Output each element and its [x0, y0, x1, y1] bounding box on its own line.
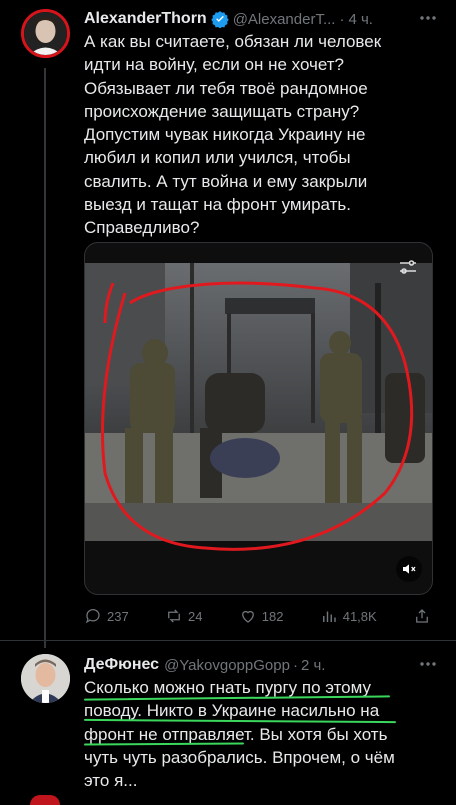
avatar[interactable]: [21, 9, 70, 58]
views-count: 41,8K: [342, 608, 377, 624]
author-handle[interactable]: @AlexanderT...: [233, 11, 336, 28]
action-bar: 237 24 182 41,8K: [84, 606, 436, 626]
author-name[interactable]: AlexanderThorn: [84, 10, 207, 28]
tweet-header: ДеФюнес @YakovgoppGopp · 2 ч.: [84, 655, 325, 675]
thread-line: [44, 68, 46, 648]
tweet-text-line: Допустим чувак никогда Украину не: [84, 125, 366, 145]
reply-text-line: это я...: [84, 771, 138, 791]
more-icon[interactable]: [418, 10, 438, 26]
next-item-avatar[interactable]: [30, 795, 60, 805]
video-frame: [85, 243, 432, 594]
reply-icon: [85, 609, 100, 624]
divider: [0, 640, 456, 641]
tweet-text-line: выезд и тащат на фронт умирать.: [84, 195, 351, 215]
repost-count: 24: [187, 608, 203, 624]
repost-icon: [168, 609, 180, 623]
views-icon: [322, 611, 336, 622]
like-count: 182: [261, 608, 284, 624]
avatar-image: [21, 654, 70, 703]
share-button[interactable]: [413, 607, 436, 625]
tweet-video[interactable]: [84, 242, 433, 595]
timestamp[interactable]: 4 ч.: [348, 11, 373, 28]
more-icon[interactable]: [418, 656, 438, 672]
separator: ·: [339, 10, 345, 28]
author-name[interactable]: ДеФюнес: [84, 656, 159, 674]
timestamp[interactable]: 2 ч.: [301, 657, 326, 674]
tweet-text-line: А как вы считаете, обязан ли человек: [84, 32, 382, 51]
repost-button[interactable]: 24: [165, 607, 202, 625]
video-settings-icon[interactable]: [396, 255, 420, 279]
avatar-image: [24, 12, 67, 55]
reply-button[interactable]: 237: [84, 607, 129, 625]
tweet-text-line: Справедливо?: [84, 218, 200, 238]
like-icon: [241, 610, 254, 623]
like-button[interactable]: 182: [239, 607, 284, 625]
tweet-text-line: свалить. А тут война и ему закрыли: [84, 171, 368, 191]
tweet-text-line: происхождение защищать страну?: [84, 101, 360, 121]
verified-badge-icon: [210, 10, 229, 28]
tweet-text: А как вы считаете, обязан ли человек идт…: [84, 30, 444, 240]
tweet-header: AlexanderThorn @AlexanderT... · 4 ч.: [84, 9, 373, 29]
reply-count: 237: [107, 608, 129, 624]
tweet-text-line: любил и копил или учился, чтобы: [84, 148, 351, 168]
share-icon: [416, 609, 428, 623]
separator: ·: [292, 656, 298, 674]
reply-text: Сколько можно гнать пургу по этому повод…: [84, 676, 444, 792]
reply-text-line: чуть чуть разобрались. Впрочем, о чём: [84, 747, 395, 767]
views-button[interactable]: 41,8K: [320, 607, 377, 625]
avatar[interactable]: [21, 654, 70, 703]
volume-muted-icon[interactable]: [396, 556, 422, 582]
tweet-text-line: идти на войну, если он не хочет?: [84, 55, 345, 75]
author-handle[interactable]: @YakovgoppGopp: [164, 657, 290, 674]
tweet-text-line: Обязывает ли тебя твоё рандомное: [84, 78, 368, 98]
